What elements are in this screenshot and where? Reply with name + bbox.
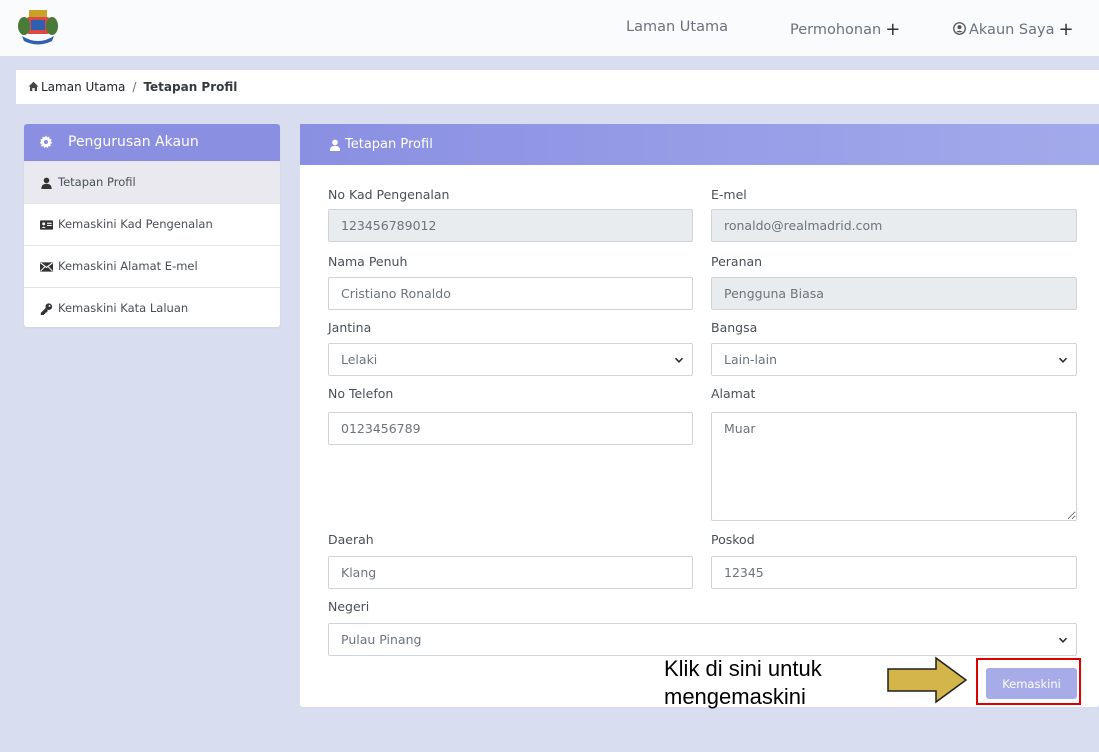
gear-icon xyxy=(39,135,53,149)
nav-account-menu[interactable]: Akaun Saya + xyxy=(953,19,1074,40)
nav-home-link[interactable]: Laman Utama xyxy=(626,19,728,35)
sidebar-header: Pengurusan Akaun xyxy=(24,124,280,161)
sidebar-item-update-email[interactable]: Kemaskini Alamat E-mel xyxy=(24,245,280,287)
state-selected-value: Pulau Pinang xyxy=(341,632,422,647)
envelope-icon xyxy=(40,262,53,272)
district-label: Daerah xyxy=(328,532,374,547)
district-input[interactable] xyxy=(328,556,693,589)
gender-label: Jantina xyxy=(328,320,372,335)
phone-label: No Telefon xyxy=(328,386,394,401)
breadcrumb-current: Tetapan Profil xyxy=(143,80,238,94)
postcode-label: Poskod xyxy=(711,532,755,547)
instruction-line-1: Klik di sini untuk xyxy=(664,656,822,681)
chevron-down-icon xyxy=(1058,357,1068,363)
full-name-label: Nama Penuh xyxy=(328,254,408,269)
instruction-line-2: mengemaskini xyxy=(664,684,806,709)
account-sidebar: Pengurusan Akaun Tetapan Profil Kemaskin… xyxy=(24,124,280,327)
sidebar-title: Pengurusan Akaun xyxy=(68,134,199,150)
address-textarea[interactable]: Muar xyxy=(711,412,1077,521)
nav-applications-menu[interactable]: Permohonan + xyxy=(790,19,900,40)
breadcrumb-separator: / xyxy=(132,80,137,94)
state-select[interactable]: Pulau Pinang xyxy=(328,623,1077,656)
user-icon xyxy=(329,139,341,151)
phone-input[interactable] xyxy=(328,412,693,445)
top-navbar: Laman Utama Permohonan + Akaun Saya + xyxy=(0,0,1099,56)
card-title: Tetapan Profil xyxy=(345,137,433,152)
role-field[interactable]: Pengguna Biasa xyxy=(711,277,1077,310)
sidebar-item-profile-settings[interactable]: Tetapan Profil xyxy=(24,161,280,203)
home-icon xyxy=(28,81,39,92)
instruction-annotation: Klik di sini untuk mengemaskini xyxy=(664,655,822,711)
plus-icon: + xyxy=(1058,19,1074,40)
race-label: Bangsa xyxy=(711,320,758,335)
state-label: Negeri xyxy=(328,599,370,614)
plus-icon: + xyxy=(885,19,901,40)
sidebar-item-label: Kemaskini Alamat E-mel xyxy=(58,259,198,273)
nav-account-label: Akaun Saya xyxy=(969,22,1055,38)
sidebar-item-label: Kemaskini Kata Laluan xyxy=(58,301,189,315)
key-icon xyxy=(40,303,53,315)
chevron-down-icon xyxy=(1058,637,1068,643)
postcode-input[interactable] xyxy=(711,556,1077,589)
gender-select[interactable]: Lelaki xyxy=(328,343,693,376)
id-card-icon xyxy=(40,220,53,230)
address-label: Alamat xyxy=(711,386,756,401)
user-circle-icon xyxy=(953,22,966,35)
breadcrumb-home-link[interactable]: Laman Utama xyxy=(41,80,125,94)
profile-settings-card: Tetapan Profil No Kad Pengenalan 1234567… xyxy=(300,124,1099,707)
user-icon xyxy=(41,177,52,189)
arrow-right-icon xyxy=(887,656,968,704)
sidebar-item-update-ic[interactable]: Kemaskini Kad Pengenalan xyxy=(24,203,280,245)
full-name-input[interactable] xyxy=(328,277,693,310)
email-label: E-mel xyxy=(711,187,747,202)
sidebar-item-label: Kemaskini Kad Pengenalan xyxy=(58,217,213,231)
sidebar-item-label: Tetapan Profil xyxy=(58,175,136,189)
highlight-box xyxy=(976,658,1081,705)
email-field[interactable]: ronaldo@realmadrid.com xyxy=(711,209,1077,242)
state-crest-logo[interactable] xyxy=(16,8,60,46)
race-select[interactable]: Lain-lain xyxy=(711,343,1077,376)
ic-number-label: No Kad Pengenalan xyxy=(328,187,450,202)
role-label: Peranan xyxy=(711,254,763,269)
ic-number-field[interactable]: 123456789012 xyxy=(328,209,693,242)
nav-applications-label: Permohonan xyxy=(790,22,882,38)
gender-selected-value: Lelaki xyxy=(341,352,378,367)
sidebar-item-update-password[interactable]: Kemaskini Kata Laluan xyxy=(24,287,280,327)
race-selected-value: Lain-lain xyxy=(724,352,778,367)
card-header: Tetapan Profil xyxy=(300,124,1099,165)
chevron-down-icon xyxy=(674,357,684,363)
breadcrumb: Laman Utama / Tetapan Profil xyxy=(16,70,1099,104)
